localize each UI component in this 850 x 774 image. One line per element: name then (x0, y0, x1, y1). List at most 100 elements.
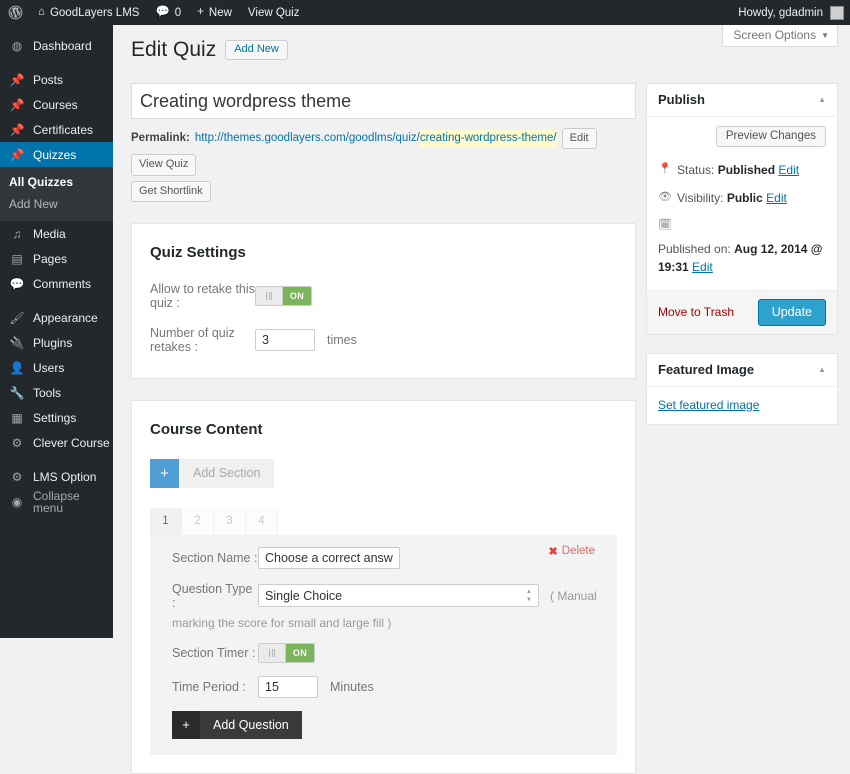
sidebar-item-users[interactable]: 👤 Users (0, 355, 113, 380)
sidebar-item-media[interactable]: ♫ Media (0, 221, 113, 246)
quiz-retakes-unit: times (327, 333, 357, 347)
question-type-note-2: marking the score for small and large fi… (150, 616, 617, 630)
new-content-menu-item[interactable]: + New (189, 0, 240, 25)
my-account-menu-item[interactable]: Howdy, gdadmin (738, 6, 850, 20)
sidebar-item-tools[interactable]: 🔧 Tools (0, 380, 113, 405)
sidebar-item-quizzes[interactable]: 📌 Quizzes (0, 142, 113, 167)
toggle-state-label: ON (286, 644, 314, 662)
plug-icon: 🔌 (9, 337, 25, 349)
screen-options-tab[interactable]: Screen Options ▼ (722, 25, 838, 47)
time-period-row: Time Period : Minutes (150, 676, 617, 698)
quizzes-submenu: All Quizzes Add New (0, 167, 113, 221)
status-label: Status: (677, 163, 714, 177)
section-tab-2[interactable]: 2 (182, 508, 214, 535)
sidebar-item-lms-option[interactable]: ⚙ LMS Option (0, 464, 113, 489)
status-edit-link[interactable]: Edit (778, 163, 799, 177)
sidebar-item-label: Pages (33, 253, 67, 265)
section-tab-1[interactable]: 1 (150, 508, 182, 535)
quiz-retakes-input[interactable] (255, 329, 315, 351)
chevron-up-icon[interactable]: ▲ (818, 365, 826, 374)
sidebar-item-posts[interactable]: 📌 Posts (0, 67, 113, 92)
site-name-menu-item[interactable]: ⌂ GoodLayers LMS (30, 0, 147, 25)
quiz-settings-title: Quiz Settings (150, 244, 617, 261)
add-new-button[interactable]: Add New (225, 40, 288, 60)
comment-count: 0 (175, 7, 181, 19)
sidebar-item-dashboard[interactable]: ◍ Dashboard (0, 33, 113, 58)
section-timer-label: Section Timer : (172, 646, 258, 660)
shortlink-row: Get Shortlink (131, 181, 636, 202)
allow-retake-toggle[interactable]: ON (255, 286, 312, 306)
section-tab-4[interactable]: 4 (246, 508, 278, 535)
wp-logo-menu-item[interactable] (0, 0, 30, 25)
publish-metabox: Publish ▲ Preview Changes 📍 Status: Publ… (646, 83, 838, 335)
sidebar-item-label: Media (33, 228, 66, 240)
publish-header: Publish ▲ (647, 84, 837, 117)
visibility-row: 👁 Visibility: Public Edit (658, 184, 826, 212)
post-title-input[interactable] (131, 83, 636, 119)
sidebar-item-label: Collapse menu (33, 490, 113, 514)
select-arrows-icon: ▲▼ (526, 589, 532, 603)
question-type-select[interactable]: Single Choice ▲▼ (258, 584, 539, 607)
sidebar-item-courses[interactable]: 📌 Courses (0, 92, 113, 117)
sidebar-item-clever-course[interactable]: ⚙ Clever Course (0, 430, 113, 455)
set-featured-image-link[interactable]: Set featured image (658, 398, 759, 412)
toggle-handle (259, 644, 286, 662)
add-section-label: Add Section (179, 459, 274, 488)
pin-icon: 📌 (9, 99, 25, 111)
sidebar-item-appearance[interactable]: 🖌 Appearance (0, 305, 113, 330)
visibility-edit-link[interactable]: Edit (766, 191, 787, 205)
published-edit-link[interactable]: Edit (692, 260, 713, 274)
new-label: New (209, 7, 232, 19)
submenu-item-add-new[interactable]: Add New (0, 193, 113, 215)
sidebar-item-collapse-menu[interactable]: ◉ Collapse menu (0, 489, 113, 514)
menu-separator (0, 296, 113, 305)
section-tabs: 1 2 3 4 (150, 508, 617, 535)
pin-icon: 📌 (9, 149, 25, 161)
question-type-note: ( Manual (550, 589, 597, 603)
sidebar-item-label: Posts (33, 74, 63, 86)
section-tab-3[interactable]: 3 (214, 508, 246, 535)
sidebar-item-settings[interactable]: ▦ Settings (0, 405, 113, 430)
comments-menu-item[interactable]: 💬 0 (147, 0, 189, 25)
toggle-handle (256, 287, 283, 305)
submenu-item-all-quizzes[interactable]: All Quizzes (0, 171, 113, 193)
dashboard-icon: ◍ (9, 40, 25, 52)
get-shortlink-button[interactable]: Get Shortlink (131, 181, 211, 202)
sidebar-item-plugins[interactable]: 🔌 Plugins (0, 330, 113, 355)
view-quiz-menu-item[interactable]: View Quiz (240, 0, 308, 25)
chevron-up-icon[interactable]: ▲ (818, 95, 826, 104)
page-header: Edit Quiz Add New (131, 37, 288, 62)
media-icon: ♫ (9, 228, 25, 240)
toggle-state-label: ON (283, 287, 311, 305)
course-content-metabox: Course Content + Add Section 1 2 3 4 ✖ D… (131, 400, 636, 774)
comment-bubble-icon: 💬 (155, 7, 169, 19)
quiz-retakes-label: Number of quiz retakes : (150, 326, 255, 354)
section-timer-toggle[interactable]: ON (258, 643, 315, 663)
add-section-button[interactable]: + Add Section (150, 459, 274, 488)
move-to-trash-button[interactable]: Move to Trash (658, 305, 734, 319)
gear-icon: ⚙ (9, 471, 25, 483)
update-button[interactable]: Update (758, 299, 826, 326)
eye-icon: 👁 (658, 189, 671, 206)
pages-icon: ▤ (9, 253, 25, 265)
sidebar-item-label: Plugins (33, 337, 72, 349)
view-quiz-label: View Quiz (248, 7, 300, 19)
published-label: Published on: (658, 242, 731, 256)
delete-section-button[interactable]: ✖ Delete (549, 545, 595, 558)
sidebar-item-certificates[interactable]: 📌 Certificates (0, 117, 113, 142)
add-question-button[interactable]: + Add Question (172, 711, 302, 739)
gear-icon: ⚙ (9, 437, 25, 449)
featured-image-metabox: Featured Image ▲ Set featured image (646, 353, 838, 425)
section-name-label: Section Name : (172, 551, 258, 565)
view-quiz-button[interactable]: View Quiz (131, 154, 196, 175)
sidebar-item-pages[interactable]: ▤ Pages (0, 246, 113, 271)
permalink-label: Permalink: (131, 130, 190, 147)
sidebar-item-comments[interactable]: 💬 Comments (0, 271, 113, 296)
publish-actions: Move to Trash Update (647, 290, 837, 334)
preview-changes-button[interactable]: Preview Changes (716, 126, 826, 147)
pin-icon: 📌 (9, 124, 25, 136)
edit-permalink-button[interactable]: Edit (562, 128, 597, 149)
post-sidebar: Publish ▲ Preview Changes 📍 Status: Publ… (646, 83, 838, 443)
time-period-input[interactable] (258, 676, 318, 698)
section-name-input[interactable] (258, 547, 400, 569)
